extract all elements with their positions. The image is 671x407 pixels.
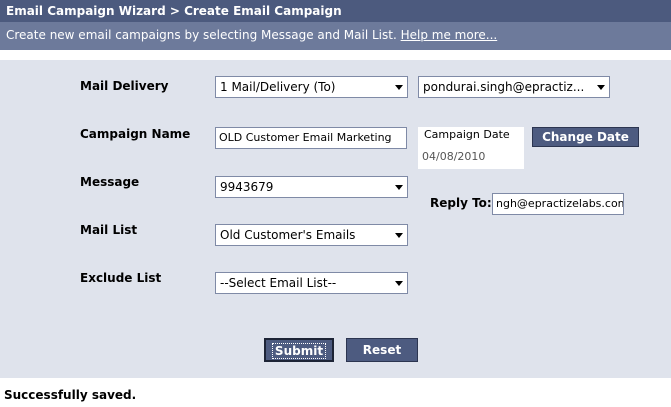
chevron-down-icon [391, 177, 407, 197]
wizard-subtitle: Create new email campaigns by selecting … [6, 28, 397, 42]
message-value: 9943679 [220, 180, 274, 194]
status-message: Successfully saved. [0, 384, 671, 407]
exclude-list-select[interactable]: --Select Email List-- [215, 272, 408, 294]
exclude-list-value: --Select Email List-- [220, 276, 337, 290]
mail-delivery-label: Mail Delivery [80, 79, 169, 93]
wizard-title: Email Campaign Wizard > Create Email Cam… [0, 0, 671, 22]
mail-list-select[interactable]: Old Customer's Emails [215, 224, 408, 246]
chevron-down-icon [391, 225, 407, 245]
from-address-value: pondurai.singh@epractiz... [423, 80, 585, 94]
submit-button[interactable]: Submit [264, 338, 334, 362]
mail-list-value: Old Customer's Emails [220, 228, 356, 242]
mail-delivery-value: 1 Mail/Delivery (To) [220, 80, 336, 94]
message-label: Message [80, 175, 140, 189]
reply-to-label: Reply To: [430, 196, 492, 210]
reset-button[interactable]: Reset [346, 338, 418, 362]
campaign-name-input[interactable]: OLD Customer Email Marketing [215, 127, 407, 149]
mail-delivery-select[interactable]: 1 Mail/Delivery (To) [215, 76, 408, 98]
submit-button-label: Submit [271, 343, 327, 359]
chevron-down-icon [391, 77, 407, 97]
campaign-form [0, 60, 671, 378]
reply-to-input[interactable]: ngh@epractizelabs.com [492, 193, 624, 215]
mail-list-label: Mail List [80, 223, 138, 237]
campaign-date-box: Campaign Date 04/08/2010 [418, 127, 524, 169]
campaign-date-value: 04/08/2010 [422, 150, 486, 163]
chevron-down-icon [593, 77, 609, 97]
chevron-down-icon [391, 273, 407, 293]
change-date-button[interactable]: Change Date [532, 127, 639, 147]
campaign-name-label: Campaign Name [80, 127, 191, 141]
from-address-select[interactable]: pondurai.singh@epractiz... [418, 76, 610, 98]
wizard-subtitle-bar: Create new email campaigns by selecting … [0, 22, 671, 50]
help-link[interactable]: Help me more... [401, 28, 498, 42]
exclude-list-label: Exclude List [80, 271, 162, 285]
message-select[interactable]: 9943679 [215, 176, 408, 198]
campaign-date-label: Campaign Date [424, 128, 510, 141]
header-spacer [0, 50, 671, 60]
